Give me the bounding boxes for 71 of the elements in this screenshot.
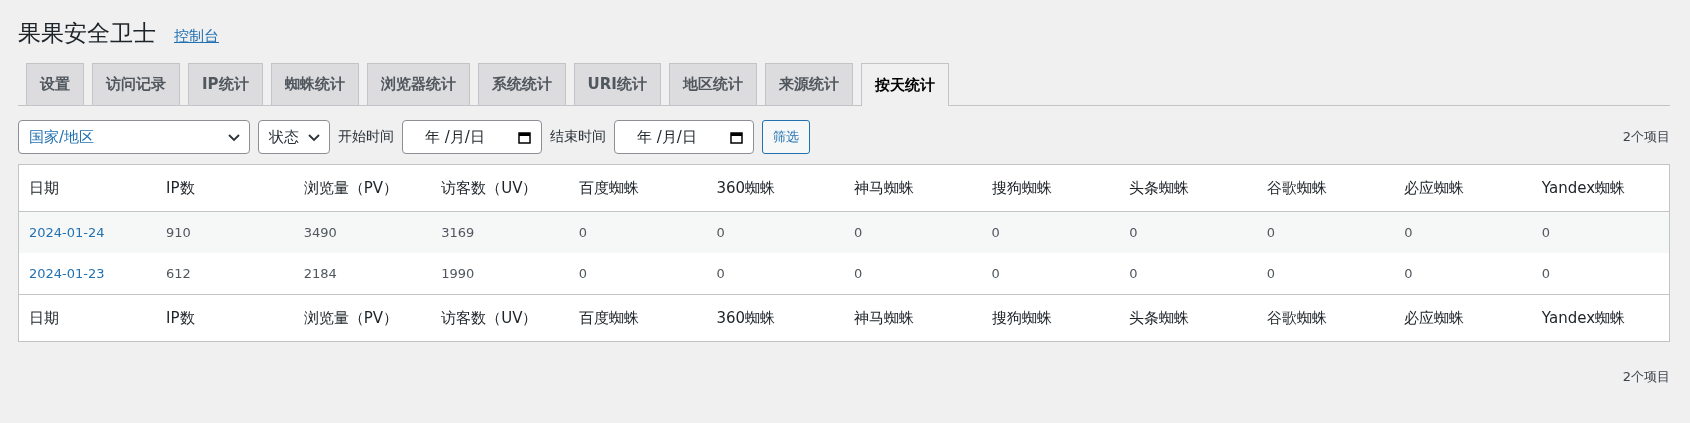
item-count: 2个项目	[1622, 128, 1670, 146]
tab[interactable]: 地区统计	[668, 63, 757, 105]
calendar-icon	[730, 130, 743, 144]
table-cell: 2184	[293, 253, 432, 295]
country-select[interactable]: 国家/地区	[18, 120, 250, 154]
column-header[interactable]: 神马蜘蛛	[843, 164, 982, 212]
start-date-field[interactable]: 年 /月/日	[402, 120, 542, 154]
column-footer[interactable]: Yandex蜘蛛	[1531, 294, 1670, 342]
column-header[interactable]: 百度蜘蛛	[568, 164, 707, 212]
item-count: 2个项目	[1622, 368, 1670, 386]
table-cell: 0	[1119, 253, 1257, 295]
column-footer[interactable]: 谷歌蜘蛛	[1256, 294, 1395, 342]
table-cell: 0	[1531, 211, 1670, 253]
table-cell: 0	[981, 253, 1120, 295]
table-cell: 612	[156, 253, 294, 295]
column-footer[interactable]: 搜狗蜘蛛	[981, 294, 1120, 342]
table-cell: 3490	[293, 211, 432, 253]
table-cell: 0	[1119, 211, 1257, 253]
tab[interactable]: 系统统计	[477, 63, 566, 105]
table-cell: 910	[156, 211, 294, 253]
column-header[interactable]: 访客数（UV）	[431, 164, 569, 212]
column-header[interactable]: 头条蜘蛛	[1119, 164, 1257, 212]
end-date-field[interactable]: 年 /月/日	[614, 120, 754, 154]
tab[interactable]: 浏览器统计	[366, 63, 470, 105]
date-link[interactable]: 2024-01-23	[18, 253, 157, 295]
dashboard-link[interactable]: 控制台	[174, 27, 219, 46]
start-time-label: 开始时间	[338, 128, 394, 146]
tab[interactable]: 按天统计	[860, 63, 949, 106]
table-cell: 0	[1394, 253, 1532, 295]
tab[interactable]: IP统计	[188, 63, 263, 105]
table-cell: 3169	[431, 211, 569, 253]
table-cell: 0	[568, 253, 707, 295]
column-footer[interactable]: 神马蜘蛛	[843, 294, 982, 342]
tab[interactable]: 来源统计	[764, 63, 853, 105]
column-footer[interactable]: IP数	[156, 294, 294, 342]
date-link[interactable]: 2024-01-24	[18, 211, 157, 253]
table-cell: 0	[568, 211, 707, 253]
tab[interactable]: 设置	[26, 63, 84, 105]
table-cell: 0	[1394, 211, 1532, 253]
table-cell: 1990	[431, 253, 569, 295]
status-select[interactable]: 状态	[258, 120, 330, 154]
column-header[interactable]: 360蜘蛛	[706, 164, 844, 212]
column-footer[interactable]: 头条蜘蛛	[1119, 294, 1257, 342]
table-cell: 0	[843, 211, 982, 253]
calendar-icon	[518, 130, 531, 144]
tab[interactable]: 访问记录	[92, 63, 180, 105]
filter-button[interactable]: 筛选	[762, 120, 810, 154]
column-header[interactable]: 搜狗蜘蛛	[981, 164, 1120, 212]
column-footer[interactable]: 必应蜘蛛	[1394, 294, 1532, 342]
table-cell: 0	[1531, 253, 1670, 295]
column-header[interactable]: Yandex蜘蛛	[1531, 164, 1670, 212]
column-header[interactable]: IP数	[156, 164, 294, 212]
column-header[interactable]: 谷歌蜘蛛	[1256, 164, 1395, 212]
column-footer[interactable]: 百度蜘蛛	[568, 294, 707, 342]
tab[interactable]: 蜘蛛统计	[270, 63, 359, 105]
table-cell: 0	[706, 253, 844, 295]
column-header[interactable]: 浏览量（PV）	[293, 164, 432, 212]
tab[interactable]: URI统计	[573, 63, 661, 105]
end-time-label: 结束时间	[550, 128, 606, 146]
column-footer[interactable]: 浏览量（PV）	[293, 294, 432, 342]
column-header[interactable]: 日期	[18, 164, 157, 212]
column-footer[interactable]: 访客数（UV）	[431, 294, 569, 342]
column-footer[interactable]: 日期	[18, 294, 157, 342]
table-cell: 0	[1256, 211, 1395, 253]
table-cell: 0	[981, 211, 1120, 253]
table-cell: 0	[706, 211, 844, 253]
column-header[interactable]: 必应蜘蛛	[1394, 164, 1532, 212]
table-cell: 0	[843, 253, 982, 295]
page-title: 果果安全卫士	[18, 19, 156, 48]
table-cell: 0	[1256, 253, 1395, 295]
column-footer[interactable]: 360蜘蛛	[706, 294, 844, 342]
